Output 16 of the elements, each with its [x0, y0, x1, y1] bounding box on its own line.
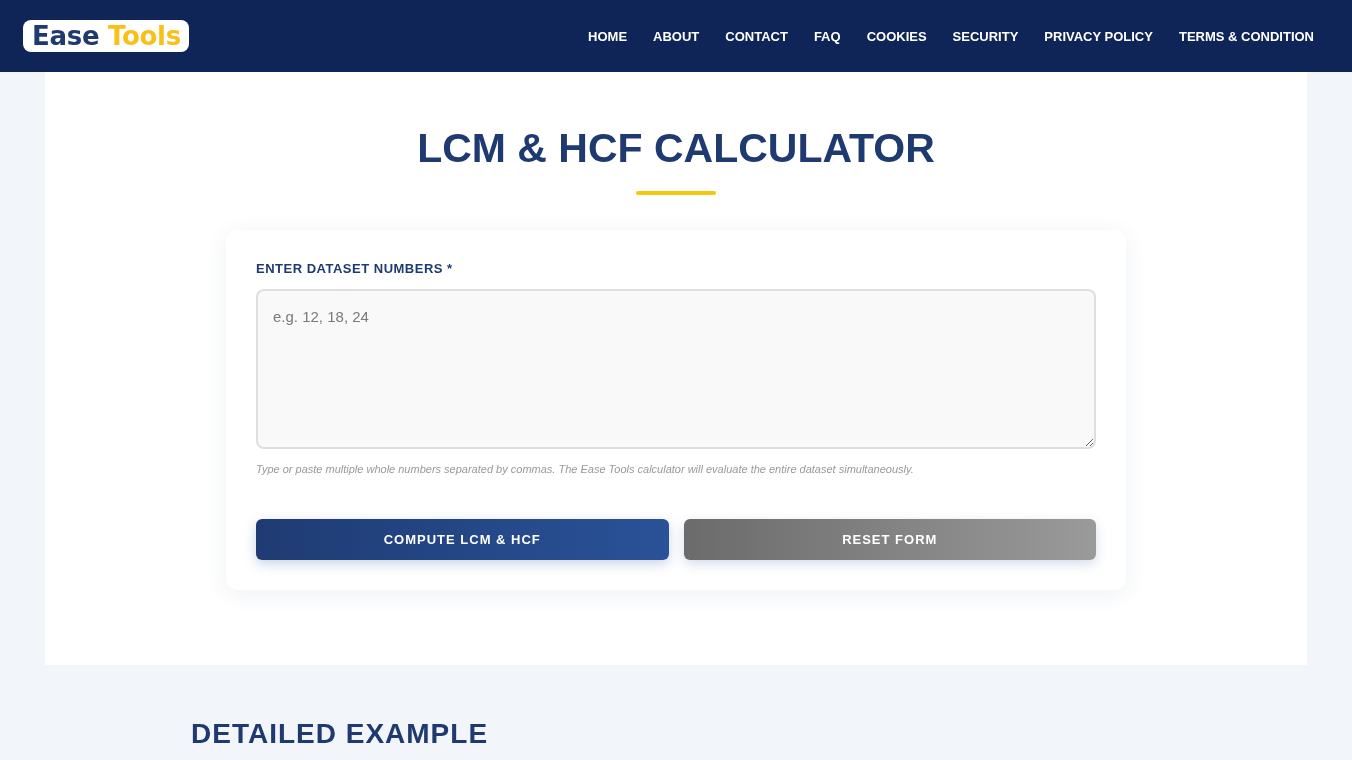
nav-link[interactable]: COOKIES	[866, 28, 927, 44]
nav-link[interactable]: SECURITY	[952, 28, 1019, 44]
page-title: LCM & HCF CALCULATOR	[417, 124, 935, 173]
nav-link[interactable]: ABOUT	[653, 28, 700, 44]
nav-link[interactable]: PRIVACY POLICY	[1044, 28, 1153, 44]
hint-text: Type or paste multiple whole numbers separated by commas. The Ease Tools calculator will evaluate the entire dataset simultaneously.	[256, 462, 915, 476]
field-label: ENTER DATASET NUMBERS *	[256, 260, 454, 277]
section-heading: DETAILED EXAMPLE	[191, 717, 490, 751]
logo[interactable]: Ease Tools	[23, 20, 189, 52]
nav-link[interactable]: CONTACT	[725, 28, 788, 44]
nav-link[interactable]: TERMS & CONDITION	[1178, 28, 1314, 44]
compute-button[interactable]: COMPUTE LCM & HCF	[256, 519, 669, 560]
nav-link[interactable]: FAQ	[813, 28, 841, 44]
numbers-input-field[interactable]: e.g. 12, 18, 24	[256, 289, 1096, 449]
reset-button[interactable]: RESET FORM	[683, 519, 1096, 560]
nav-link[interactable]: HOME	[588, 28, 628, 44]
